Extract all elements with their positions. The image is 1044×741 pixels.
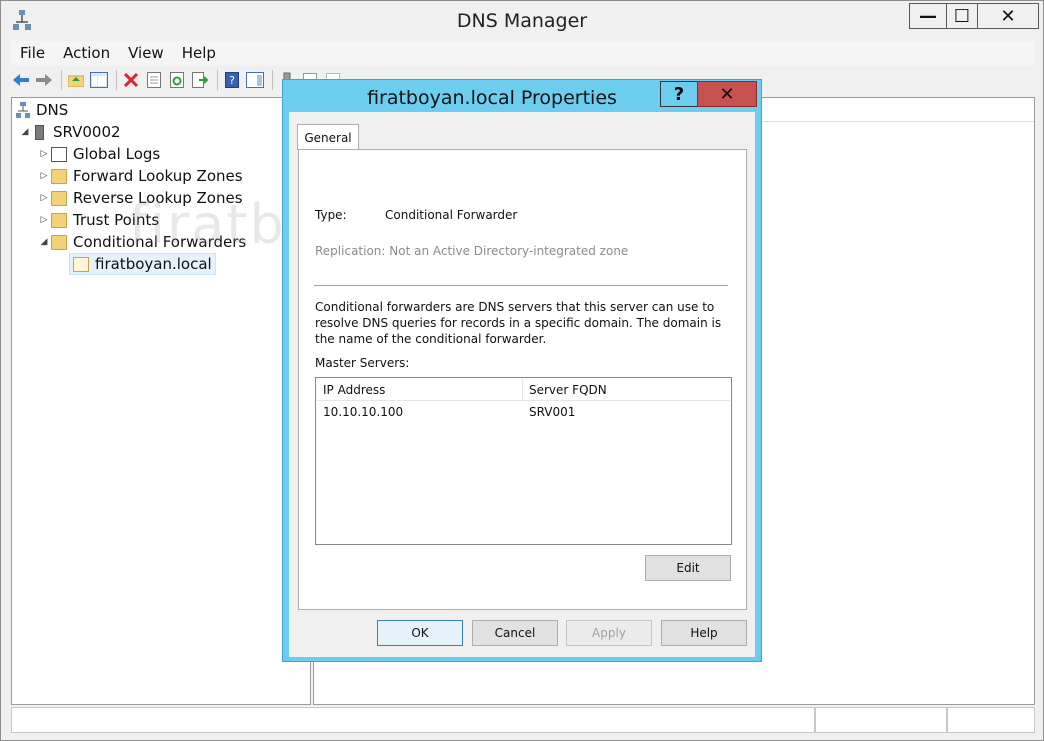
tab-general[interactable]: General: [297, 124, 359, 150]
tree-item-dns[interactable]: DNS: [16, 99, 68, 121]
server-icon: [35, 124, 44, 140]
help-button[interactable]: Help: [661, 620, 747, 646]
minimize-button[interactable]: —: [909, 3, 947, 29]
log-icon: [51, 146, 67, 162]
tree-label: Conditional Forwarders: [73, 233, 247, 251]
toolbar-separator: [217, 70, 218, 90]
divider: [314, 285, 728, 286]
tree-item-global-logs[interactable]: ▷ Global Logs: [37, 143, 161, 165]
maximize-button[interactable]: ☐: [946, 3, 978, 29]
window-title: DNS Manager: [456, 10, 588, 32]
ok-button[interactable]: OK: [377, 620, 463, 646]
replication-text: Replication: Not an Active Directory-int…: [315, 244, 629, 258]
ip-address-cell: 10.10.10.100: [323, 405, 404, 419]
tree-item-reverse-lookup-zones[interactable]: ▷ Reverse Lookup Zones: [37, 187, 243, 209]
dialog-help-button[interactable]: ?: [660, 81, 698, 107]
tree-item-conditional-forwarders[interactable]: ◢ Conditional Forwarders: [37, 231, 247, 253]
folder-icon: [51, 168, 67, 184]
menu-help[interactable]: Help: [173, 44, 225, 62]
menu-action[interactable]: Action: [54, 44, 119, 62]
folder-icon: [51, 190, 67, 206]
menu-bar: File Action View Help: [11, 41, 1035, 65]
column-ip-address[interactable]: IP Address: [317, 379, 523, 401]
tree-label-server: SRV0002: [53, 123, 121, 141]
tree-label: Global Logs: [73, 145, 161, 163]
title-bar: DNS Manager — ☐ ✕: [1, 1, 1043, 39]
status-cell: [947, 707, 1035, 733]
expand-arrow-icon[interactable]: ▷: [37, 171, 51, 181]
back-icon[interactable]: [11, 70, 31, 90]
tree-label: Trust Points: [73, 211, 160, 229]
folder-icon: [51, 234, 67, 250]
close-button[interactable]: ✕: [977, 3, 1039, 29]
expand-arrow-icon[interactable]: ▷: [37, 193, 51, 203]
general-tab-panel: Type: Conditional Forwarder Replication:…: [298, 149, 747, 610]
apply-button[interactable]: Apply: [566, 620, 652, 646]
status-cell: [815, 707, 947, 733]
server-fqdn-cell: SRV001: [529, 405, 576, 419]
tree-label: firatboyan.local: [95, 255, 212, 273]
folder-icon: [51, 212, 67, 228]
toolbar-separator: [61, 70, 62, 90]
tree-label: Forward Lookup Zones: [73, 167, 243, 185]
master-servers-label: Master Servers:: [315, 356, 410, 370]
action-pane-icon[interactable]: [245, 70, 265, 90]
toolbar-separator: [272, 70, 273, 90]
cancel-button[interactable]: Cancel: [472, 620, 558, 646]
zone-icon: [73, 256, 89, 272]
forward-icon[interactable]: [34, 70, 54, 90]
tree-label-dns: DNS: [36, 101, 69, 119]
list-header: IP Address Server FQDN: [317, 379, 730, 401]
toolbar-separator: [116, 70, 117, 90]
edit-button[interactable]: Edit: [645, 555, 731, 581]
maximize-icon: ☐: [953, 5, 971, 27]
dns-icon: [16, 102, 30, 118]
menu-file[interactable]: File: [11, 44, 54, 62]
menu-view[interactable]: View: [119, 44, 173, 62]
tree-item-firatboyan-local[interactable]: firatboyan.local: [69, 253, 216, 275]
tree-item-server[interactable]: ◢ SRV0002: [18, 121, 121, 143]
properties-icon[interactable]: [144, 70, 164, 90]
expand-arrow-icon[interactable]: ▷: [37, 149, 51, 159]
export-list-icon[interactable]: [190, 70, 210, 90]
properties-dialog: firatboyan.local Properties ? ✕ General …: [282, 79, 762, 662]
list-item[interactable]: 10.10.10.100 SRV001: [317, 402, 730, 422]
tree-item-forward-lookup-zones[interactable]: ▷ Forward Lookup Zones: [37, 165, 243, 187]
tree-item-trust-points[interactable]: ▷ Trust Points: [37, 209, 160, 231]
status-cell-main: [11, 707, 815, 733]
description-text: Conditional forwarders are DNS servers t…: [315, 300, 722, 346]
type-label: Type:: [315, 208, 347, 222]
dialog-close-button[interactable]: ✕: [697, 81, 757, 107]
help-icon[interactable]: ?: [222, 70, 242, 90]
close-icon: ✕: [1000, 5, 1016, 27]
collapse-arrow-icon[interactable]: ◢: [18, 127, 32, 137]
minimize-icon: —: [919, 5, 937, 27]
show-hide-tree-icon[interactable]: [89, 70, 109, 90]
delete-icon[interactable]: [121, 70, 141, 90]
tree-label: Reverse Lookup Zones: [73, 189, 243, 207]
collapse-arrow-icon[interactable]: ◢: [37, 237, 51, 247]
tree-pane: DNS ◢ SRV0002 ▷ Global Logs ▷ Forward Lo…: [11, 97, 311, 705]
type-value: Conditional Forwarder: [385, 208, 518, 222]
refresh-icon[interactable]: [167, 70, 187, 90]
master-servers-list[interactable]: IP Address Server FQDN 10.10.10.100 SRV0…: [315, 377, 732, 545]
dialog-title: firatboyan.local Properties: [367, 87, 617, 109]
column-server-fqdn[interactable]: Server FQDN: [523, 379, 607, 401]
expand-arrow-icon[interactable]: ▷: [37, 215, 51, 225]
dialog-body: General Type: Conditional Forwarder Repl…: [289, 112, 755, 657]
svg-text:?: ?: [229, 74, 235, 87]
status-bar: [11, 707, 1035, 733]
up-folder-icon[interactable]: [66, 70, 86, 90]
